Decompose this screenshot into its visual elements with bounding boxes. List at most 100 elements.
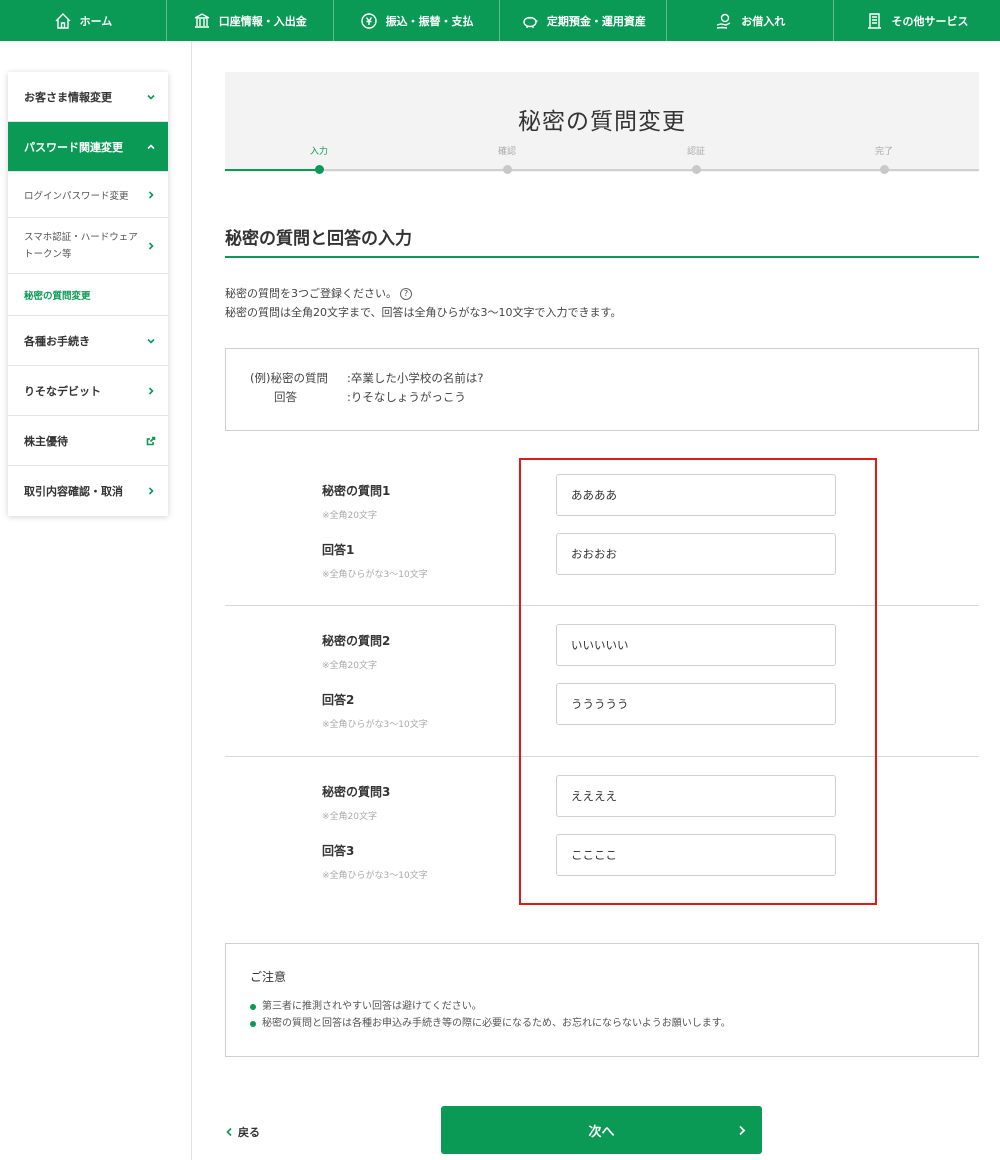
example-question-label: (例)秘密の質問: [250, 371, 328, 385]
chevron-right-icon: [148, 190, 154, 199]
sidebar-item-customer-info[interactable]: お客さま情報変更: [8, 72, 168, 122]
bank-icon: [194, 12, 210, 28]
notice-item: 秘密の質問と回答は各種お申込み手続き等の際に必要になるため、お忘れにならないよう…: [250, 1015, 978, 1032]
nav-item-label: 振込・振替・支払: [385, 14, 474, 28]
question-2-input[interactable]: [556, 624, 836, 666]
example-answer-value: :りそなしょうがっこう: [347, 390, 466, 404]
question-label: 秘密の質問2: [322, 634, 391, 648]
sidebar-item-debit[interactable]: りそなデビット: [8, 366, 168, 416]
answer-note: ※全角ひらがな3～10文字: [322, 570, 428, 580]
back-link[interactable]: 戻る: [225, 1124, 260, 1140]
sidebar-subitem-secret-question[interactable]: 秘密の質問変更: [8, 274, 168, 316]
piggy-bank-icon: [523, 16, 538, 28]
description-line: 秘密の質問を3つご登録ください。: [225, 287, 397, 300]
notice-text: 第三者に推測されやすい回答は避けてください。: [262, 1001, 482, 1012]
answer-note: ※全角ひらがな3～10文字: [322, 720, 428, 730]
chevron-up-icon: [147, 143, 155, 149]
answer-1-input[interactable]: [556, 533, 836, 575]
nav-item-loan[interactable]: お借入れ: [667, 0, 835, 41]
nav-item-deposit[interactable]: 定期預金・運用資産: [500, 0, 668, 41]
answer-2-input[interactable]: [556, 683, 836, 725]
sidebar-item-label: お客さま情報変更: [24, 90, 112, 104]
sidebar-item-shareholder-benefits[interactable]: 株主優待: [8, 416, 168, 466]
question-field-row: 秘密の質問3 ※全角20文字: [225, 775, 979, 825]
top-nav: ホーム 口座情報・入出金 振込・振替・支払 定期預金・運用資産 お借入れ その他…: [0, 0, 1000, 41]
question-1-input[interactable]: [556, 474, 836, 516]
example-box: (例)秘密の質問 :卒業した小学校の名前は? 回答 :りそなしょうがっこう: [225, 348, 979, 431]
notice-text: 秘密の質問と回答は各種お申込み手続き等の際に必要になるため、お忘れにならないよう…: [262, 1018, 731, 1029]
external-link-icon: [146, 436, 156, 445]
question-label: 秘密の質問3: [322, 785, 391, 799]
sidebar-subitem-label: トークン等: [24, 248, 72, 260]
step-dot-input: [314, 165, 324, 174]
nav-item-label: お借入れ: [741, 14, 786, 28]
chevron-down-icon: [147, 338, 155, 344]
sidebar-item-transaction-history[interactable]: 取引内容確認・取消: [8, 466, 168, 516]
chevron-right-icon: [148, 386, 154, 395]
question-group-2: 秘密の質問2 ※全角20文字 回答2 ※全角ひらがな3～10文字: [225, 606, 979, 757]
nav-item-label: 口座情報・入出金: [218, 14, 307, 28]
section-description: 秘密の質問を3つご登録ください。? 秘密の質問は全角20文字まで、回答は全角ひら…: [225, 284, 621, 322]
sidebar-subitem-label: ログインパスワード変更: [24, 190, 129, 202]
chevron-down-icon: [147, 94, 155, 100]
question-note: ※全角20文字: [322, 661, 377, 671]
step-dot-auth: [691, 165, 701, 174]
sidebar: お客さま情報変更 パスワード関連変更 ログインパスワード変更 スマホ認証・ハード…: [8, 72, 168, 516]
nav-item-account[interactable]: 口座情報・入出金: [167, 0, 334, 41]
page-header: 秘密の質問変更 入力 確認 認証 完了: [225, 72, 979, 174]
question-group-1: 秘密の質問1 ※全角20文字 回答1 ※全角ひらがな3～10文字: [225, 456, 979, 606]
nav-item-home[interactable]: ホーム: [0, 0, 167, 41]
next-button-label: 次へ: [588, 1125, 615, 1140]
loan-icon: [717, 13, 731, 29]
bullet-icon: [250, 1003, 256, 1010]
step-complete-label: 完了: [874, 147, 893, 157]
stepper-track: [225, 169, 979, 171]
sidebar-item-label: りそなデビット: [24, 384, 101, 398]
question-field-row: 秘密の質問2 ※全角20文字: [225, 624, 979, 674]
chevron-left-icon: [226, 1127, 232, 1137]
sidebar-item-label: パスワード関連変更: [24, 140, 123, 154]
section-title: 秘密の質問と回答の入力: [225, 229, 412, 249]
help-icon[interactable]: ?: [400, 288, 412, 300]
notice-box: ご注意 第三者に推測されやすい回答は避けてください。 秘密の質問と回答は各種お申…: [225, 943, 979, 1057]
nav-item-label: ホーム: [79, 14, 113, 28]
step-dot-complete: [879, 165, 889, 174]
nav-item-other[interactable]: その他サービス: [834, 0, 1000, 41]
question-label: 秘密の質問1: [322, 484, 391, 498]
answer-label: 回答1: [322, 543, 355, 557]
bullet-icon: [250, 1020, 256, 1027]
sidebar-item-procedures[interactable]: 各種お手続き: [8, 316, 168, 366]
sidebar-item-label: 取引内容確認・取消: [24, 485, 123, 498]
notice-title: ご注意: [250, 970, 287, 984]
sidebar-subitem-login-password[interactable]: ログインパスワード変更: [8, 172, 168, 218]
transfer-icon: [360, 12, 377, 29]
question-group-3: 秘密の質問3 ※全角20文字 回答3 ※全角ひらがな3～10文字: [225, 757, 979, 907]
sidebar-item-password[interactable]: パスワード関連変更: [8, 122, 168, 172]
nav-item-label: 定期預金・運用資産: [546, 14, 646, 28]
question-field-row: 秘密の質問1 ※全角20文字: [225, 474, 979, 524]
home-icon: [55, 12, 71, 29]
answer-field-row: 回答1 ※全角ひらがな3～10文字: [225, 533, 979, 583]
question-note: ※全角20文字: [322, 511, 377, 521]
step-dot-confirm: [502, 165, 512, 174]
notice-item: 第三者に推測されやすい回答は避けてください。: [250, 998, 978, 1015]
question-3-input[interactable]: [556, 775, 836, 817]
answer-note: ※全角ひらがな3～10文字: [322, 871, 428, 881]
answer-label: 回答3: [322, 844, 355, 858]
answer-field-row: 回答3 ※全角ひらがな3～10文字: [225, 834, 979, 884]
answer-3-input[interactable]: [556, 834, 836, 876]
chevron-right-icon: [148, 487, 154, 495]
page-title: 秘密の質問変更: [518, 109, 686, 135]
sidebar-subitem-label: 秘密の質問変更: [24, 290, 91, 302]
answer-label: 回答2: [322, 693, 355, 707]
section-divider: [225, 256, 979, 258]
nav-item-transfer[interactable]: 振込・振替・支払: [334, 0, 501, 41]
step-input-label: 入力: [309, 147, 328, 157]
sidebar-divider: [191, 41, 192, 1160]
description-line: 秘密の質問は全角20文字まで、回答は全角ひらがな3～10文字で入力できます。: [225, 306, 622, 319]
next-button[interactable]: 次へ: [441, 1106, 762, 1154]
document-icon: [867, 12, 881, 29]
back-link-label: 戻る: [238, 1126, 260, 1139]
sidebar-subitem-smartphone-auth[interactable]: スマホ認証・ハードウェア トークン等: [8, 218, 168, 274]
nav-item-label: その他サービス: [891, 14, 969, 28]
